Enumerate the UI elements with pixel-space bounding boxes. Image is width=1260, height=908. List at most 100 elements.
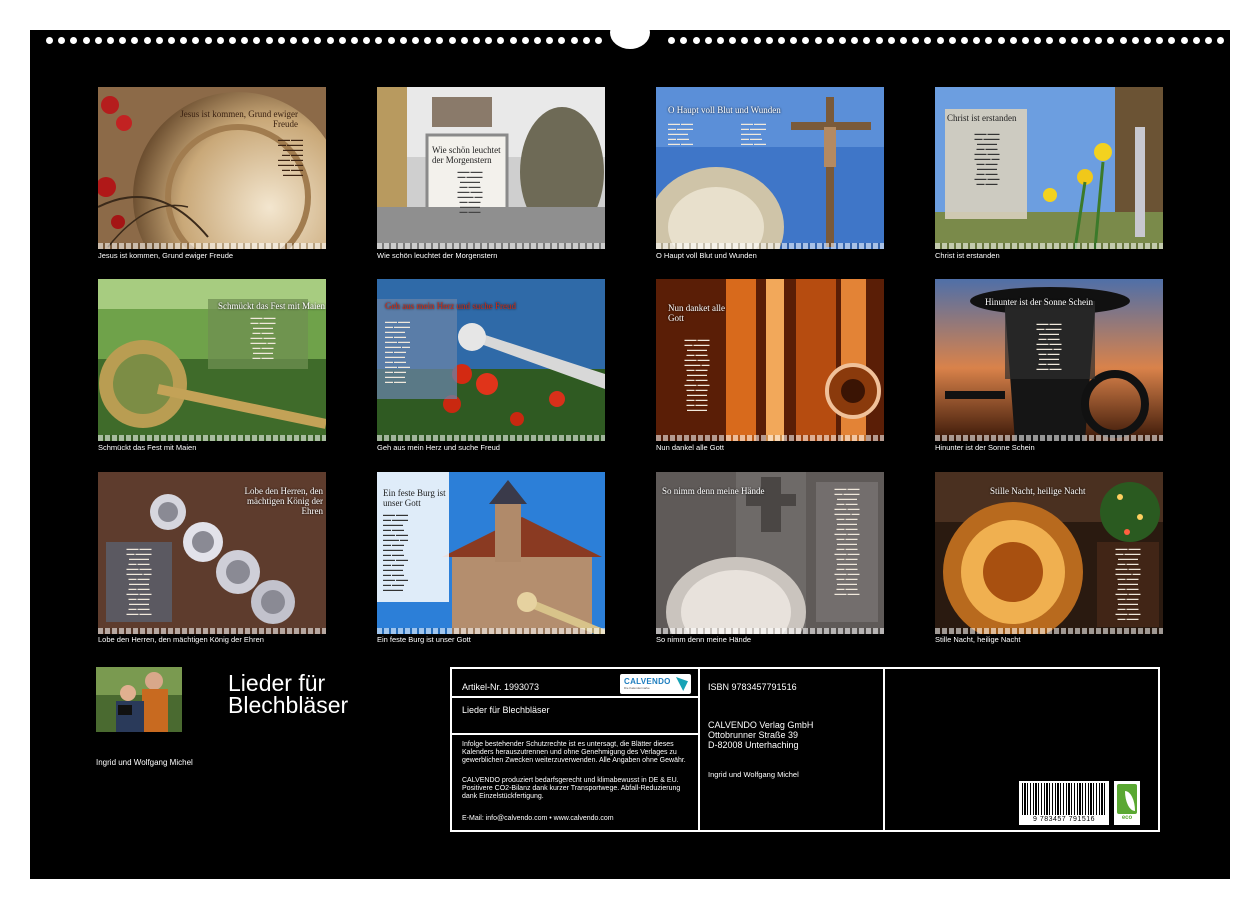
binding-hole	[485, 37, 492, 44]
binding-hole	[1083, 37, 1090, 44]
month-thumbnail-december: Stille Nacht, heilige Nacht ▬▬▬ ▬▬▬ ▬▬ ▬▬…	[935, 472, 1163, 634]
binding-hole	[790, 37, 797, 44]
binding-hole	[144, 37, 151, 44]
poem-title: Christ ist erstanden	[947, 113, 1017, 123]
binding-hole	[327, 37, 334, 44]
date-grid	[377, 243, 605, 249]
binding-hole	[705, 37, 712, 44]
binding-hole	[815, 37, 822, 44]
binding-hole	[1022, 37, 1029, 44]
binding-hole	[1156, 37, 1163, 44]
binding-hole	[70, 37, 77, 44]
poem-title: Geh aus mein Herz und suche Freud	[385, 301, 516, 311]
binding-hole	[668, 37, 675, 44]
binding-hole	[1205, 37, 1212, 44]
binding-hole	[46, 37, 53, 44]
date-grid	[656, 243, 884, 249]
author-name: Ingrid und Wolfgang Michel	[96, 758, 193, 767]
poem-text: ▬▬▬ ▬▬▬ ▬▬ ▬▬▬▬ ▬▬▬▬▬ ▬▬ ▬▬▬ ▬▬▬ ▬▬▬ ▬▬▬▬ ▬▬ ▬…	[126, 546, 152, 616]
month-thumbnail-september: Lobe den Herren, den mächtigen König der…	[98, 472, 326, 634]
poem-text: ▬▬▬ ▬▬▬ ▬▬ ▬▬▬▬ ▬▬▬▬▬ ▬▬ ▬▬▬ ▬▬▬ ▬▬▬ ▬▬▬▬ ▬▬ ▬…	[1115, 546, 1141, 621]
publisher-name: CALVENDO Verlag GmbH	[708, 720, 814, 730]
binding-hole	[693, 37, 700, 44]
publisher-info-box: Artikel-Nr. 1993073 CALVENDO Die Kalende…	[450, 667, 1160, 832]
caption-february: Wie schön leuchtet der Morgenstern	[377, 251, 498, 260]
binding-hole	[1217, 37, 1224, 44]
binding-hole	[510, 37, 517, 44]
binding-hole	[1132, 37, 1139, 44]
eco-label: eco	[1121, 815, 1133, 821]
binding-hole	[119, 37, 126, 44]
binding-hole	[156, 37, 163, 44]
caption-december: Stille Nacht, heilige Nacht	[935, 635, 1021, 644]
poem-text: ▬▬▬ ▬▬▬ ▬▬ ▬▬▬▬ ▬▬▬▬▬ ▬▬ ▬▬▬ ▬▬▬ ▬▬▬ ▬▬▬▬ ▬▬ ▬…	[1036, 321, 1062, 371]
binding-hole	[729, 37, 736, 44]
hanger-cutout	[610, 16, 650, 49]
binding-hole	[424, 37, 431, 44]
binding-hole	[546, 37, 553, 44]
poem-text: ▬▬▬ ▬▬▬ ▬▬ ▬▬▬▬ ▬▬▬▬▬ ▬▬ ▬▬▬ ▬▬▬ ▬▬▬ ▬▬▬▬ ▬▬ ▬…	[974, 131, 1000, 186]
poem-text: ▬▬▬ ▬▬▬ ▬▬ ▬▬▬▬ ▬▬▬▬▬ ▬▬ ▬▬▬ ▬▬▬ ▬▬▬ ▬▬▬▬ ▬▬ ▬…	[834, 486, 860, 596]
binding-hole	[741, 37, 748, 44]
caption-january: Jesus ist kommen, Grund ewiger Freude	[98, 251, 234, 260]
date-grid	[98, 243, 326, 249]
binding-hole	[1010, 37, 1017, 44]
poem-title: Wie schön leuchtet der Morgenstern	[432, 145, 501, 165]
binding-hole	[205, 37, 212, 44]
calendar-back-sheet: Jesus ist kommen, Grund ewiger Freude ▬▬…	[30, 16, 1230, 879]
binding-hole	[436, 37, 443, 44]
binding-hole	[558, 37, 565, 44]
month-thumbnail-june: Geh aus mein Herz und suche Freud ▬▬▬ ▬▬…	[377, 279, 605, 441]
binding-hole	[863, 37, 870, 44]
date-grid	[935, 243, 1163, 249]
month-thumbnail-july: Nun danket alle Gott ▬▬▬ ▬▬▬ ▬▬ ▬▬▬▬ ▬▬▬▬▬…	[656, 279, 884, 441]
poem-text: ▬▬▬ ▬▬▬ ▬▬ ▬▬▬▬ ▬▬▬▬▬ ▬▬ ▬▬▬ ▬▬▬ ▬▬▬	[668, 121, 693, 146]
poem-title: Hinunter ist der Sonne Schein	[985, 297, 1093, 307]
binding-hole	[1181, 37, 1188, 44]
binding-hole	[1193, 37, 1200, 44]
binding-hole	[778, 37, 785, 44]
poem-title: Stille Nacht, heilige Nacht	[990, 486, 1086, 496]
binding-hole	[400, 37, 407, 44]
poem-text: ▬▬▬ ▬▬▬ ▬▬ ▬▬▬▬ ▬▬▬▬▬ ▬▬ ▬▬▬ ▬▬▬ ▬▬▬ ▬▬▬▬ ▬▬ ▬…	[385, 319, 410, 384]
binding-hole	[363, 37, 370, 44]
isbn: ISBN 9783457791516	[708, 682, 797, 692]
binding-hole	[1168, 37, 1175, 44]
poem-text: ▬▬▬ ▬▬▬ ▬▬ ▬▬▬▬ ▬▬▬▬▬ ▬▬ ▬▬▬ ▬▬▬ ▬▬▬ ▬▬▬▬ ▬▬ ▬…	[278, 137, 303, 177]
climate-notice: CALVENDO produziert bedarfsgerecht und k…	[462, 777, 681, 800]
binding-hole	[107, 37, 114, 44]
binding-hole	[314, 37, 321, 44]
date-grid	[98, 628, 326, 634]
isbn-barcode: 9 783457 791516	[1019, 781, 1109, 825]
binding-hole	[83, 37, 90, 44]
binding-hole	[302, 37, 309, 44]
binding-hole	[1046, 37, 1053, 44]
month-thumbnail-august: Hinunter ist der Sonne Schein ▬▬▬ ▬▬▬ ▬▬ …	[935, 279, 1163, 441]
poem-text: ▬▬▬ ▬▬▬ ▬▬ ▬▬▬▬ ▬▬▬▬▬ ▬▬ ▬▬▬ ▬▬▬ ▬▬▬ ▬▬▬▬ ▬▬ ▬…	[250, 315, 276, 360]
binding-hole	[217, 37, 224, 44]
calvendo-mark-icon	[676, 677, 688, 691]
binding-hole	[473, 37, 480, 44]
month-thumbnail-november: So nimm denn meine Hände ▬▬▬ ▬▬▬ ▬▬ ▬▬▬▬ ▬…	[656, 472, 884, 634]
binding-hole	[266, 37, 273, 44]
binding-hole	[1144, 37, 1151, 44]
binding-hole	[827, 37, 834, 44]
author-photo	[96, 667, 182, 732]
binding-hole	[449, 37, 456, 44]
month-thumbnail-january: Jesus ist kommen, Grund ewiger Freude ▬▬…	[98, 87, 326, 249]
poem-text: ▬▬▬ ▬▬▬ ▬▬ ▬▬▬▬ ▬▬▬▬▬ ▬▬ ▬▬▬ ▬▬▬ ▬▬▬ ▬▬▬▬ ▬▬ ▬…	[457, 169, 483, 214]
poem-text: ▬▬▬ ▬▬▬ ▬▬ ▬▬▬▬ ▬▬▬▬▬ ▬▬ ▬▬▬ ▬▬▬ ▬▬▬ ▬▬▬▬ ▬▬ ▬…	[383, 512, 408, 592]
binding-hole	[131, 37, 138, 44]
date-grid	[656, 628, 884, 634]
binding-hole	[583, 37, 590, 44]
caption-may: Schmückt das Fest mit Maien	[98, 443, 197, 452]
binding-hole	[192, 37, 199, 44]
binding-hole	[229, 37, 236, 44]
product-title: Lieder für Blechbläser	[462, 705, 550, 715]
binding-hole	[278, 37, 285, 44]
poem-title: Schmückt das Fest mit Maien	[218, 301, 325, 311]
binding-hole	[1095, 37, 1102, 44]
info-author: Ingrid und Wolfgang Michel	[708, 770, 799, 779]
binding-hole	[717, 37, 724, 44]
caption-june: Geh aus mein Herz und suche Freud	[377, 443, 500, 452]
